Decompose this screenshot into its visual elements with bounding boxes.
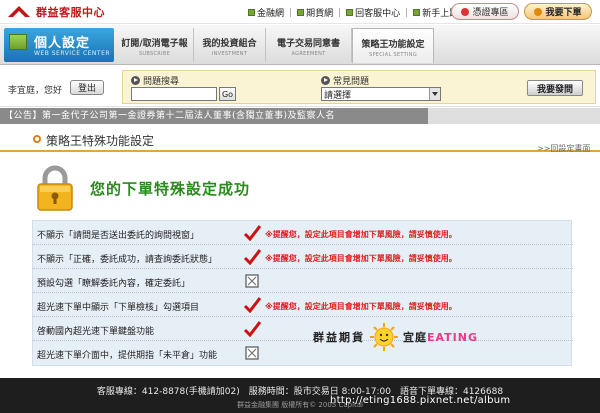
setting-row: 超光速下單介面中，提供期指「未平倉」功能 bbox=[33, 341, 573, 365]
sun-face-icon bbox=[370, 323, 398, 351]
tab-portfolio[interactable]: 我的投資組合 INVESTMENT bbox=[194, 28, 266, 62]
personal-subtitle: WEB SERVICE CENTER bbox=[34, 50, 111, 57]
top-bar: 群益客服中心 金融網 | 期貨網 | 回客服中心 | 新手上路 憑證專區 我要下… bbox=[0, 0, 600, 24]
brand-logo[interactable]: 群益客服中心 bbox=[6, 3, 105, 21]
risk-warning: ※提醒您，設定此項目會增加下單風險，請妥慎使用。 bbox=[265, 302, 457, 311]
search-panel: 問題搜尋 Go 常見問題 請選擇 我要發問 bbox=[122, 70, 596, 104]
chevron-down-icon bbox=[429, 88, 440, 100]
setting-label: 超光速下單中顯示「下單檢核」勾選項目 bbox=[37, 303, 200, 313]
announcement-ticker[interactable]: 【公告】第一金代子公司第一金證券第十二屆法人董事(含獨立董事)及監察人名 bbox=[0, 108, 428, 124]
settings-panel: 不顯示「請問是否送出委託的詢問視窗」 ※提醒您，設定此項目會增加下單風險，請妥慎… bbox=[32, 220, 573, 366]
link-bullet-icon bbox=[346, 9, 354, 16]
faq-select[interactable]: 請選擇 bbox=[321, 87, 441, 101]
lock-icon bbox=[37, 165, 73, 211]
stamp-right-text: 宜庭 bbox=[403, 331, 427, 344]
order-icon bbox=[534, 7, 543, 16]
setting-row: 啓動國內超光速下單鍵盤功能 bbox=[33, 317, 573, 341]
user-greeting: 李宜庭，您好 bbox=[8, 86, 63, 96]
certificate-zone-button[interactable]: 憑證專區 bbox=[451, 3, 519, 20]
top-link-futures[interactable]: 期貨網 bbox=[297, 6, 333, 19]
unchecked-box-icon bbox=[245, 274, 259, 288]
setting-row: 超光速下單中顯示「下單檢核」勾選項目 ※提醒您，設定此項目會增加下單風險，請妥慎… bbox=[33, 293, 573, 317]
monitor-icon bbox=[9, 34, 27, 50]
brand-name: 群益客服中心 bbox=[36, 6, 105, 19]
setting-label: 不顯示「請問是否送出委託的詢問視窗」 bbox=[37, 231, 200, 241]
setting-label: 啓動國內超光速下單鍵盤功能 bbox=[37, 327, 155, 337]
logout-button[interactable]: 登出 bbox=[70, 80, 104, 95]
brand-stamp: 群益期貨 宜庭 EATING bbox=[313, 322, 478, 352]
arrow-right-icon bbox=[321, 76, 330, 85]
certificate-icon bbox=[461, 7, 470, 16]
stamp-left-text: 群益期貨 bbox=[313, 331, 365, 344]
setting-label: 超光速下單介面中，提供期指「未平倉」功能 bbox=[37, 351, 218, 361]
top-link-service[interactable]: 回客服中心 bbox=[346, 6, 400, 19]
arrow-right-icon bbox=[131, 76, 140, 85]
unchecked-box-icon bbox=[245, 346, 259, 360]
top-link-finance[interactable]: 金融網 bbox=[248, 6, 284, 19]
setting-row: 不顯示「正確，委託成功，請查詢委託狀態」 ※提醒您，設定此項目會增加下單風險，請… bbox=[33, 245, 573, 269]
ask-question-button[interactable]: 我要發問 bbox=[527, 80, 583, 96]
page-title: 策略王特殊功能設定 bbox=[46, 134, 155, 148]
search-row: 李宜庭，您好 登出 問題搜尋 Go 常見問題 請選擇 我要發問 bbox=[0, 66, 600, 107]
check-mark-icon bbox=[243, 249, 261, 266]
risk-warning: ※提醒您，設定此項目會增加下單風險，請妥慎使用。 bbox=[265, 254, 457, 263]
capital-logo-icon bbox=[6, 4, 32, 20]
watermark-url: http://eting1688.pixnet.net/album bbox=[330, 395, 511, 406]
personal-title: 個人設定 bbox=[34, 36, 91, 51]
personal-settings-banner[interactable]: 個人設定 WEB SERVICE CENTER bbox=[4, 28, 114, 62]
link-bullet-icon bbox=[413, 9, 421, 16]
tab-newsletter[interactable]: 訂閱/取消電子報 SUBSCRIBE bbox=[116, 28, 194, 62]
back-to-settings-link[interactable]: >>回設定畫面 bbox=[537, 143, 590, 154]
setting-label: 預設勾選「瞭解委託內容，確定委託」 bbox=[37, 279, 191, 289]
faq-label: 常見問題 bbox=[321, 74, 369, 87]
link-bullet-icon bbox=[248, 9, 255, 16]
page-title-bar: 策略王特殊功能設定 >>回設定畫面 bbox=[0, 126, 600, 154]
question-search-input[interactable] bbox=[131, 87, 217, 101]
setting-label: 不顯示「正確，委託成功，請查詢委託狀態」 bbox=[37, 255, 218, 265]
setting-row: 不顯示「請問是否送出委託的詢問視窗」 ※提醒您，設定此項目會增加下單風險，請妥慎… bbox=[33, 221, 573, 245]
title-bullet-icon bbox=[33, 135, 41, 143]
link-bullet-icon bbox=[297, 9, 305, 16]
question-search-label: 問題搜尋 bbox=[131, 74, 179, 87]
top-links: 金融網 | 期貨網 | 回客服中心 | 新手上路 bbox=[248, 6, 463, 19]
check-mark-icon bbox=[243, 297, 261, 314]
announcement-filler bbox=[428, 108, 600, 124]
check-mark-icon bbox=[243, 321, 261, 338]
stamp-accent-text: EATING bbox=[427, 330, 479, 344]
tab-agreement[interactable]: 電子交易同意書 AGREEMENT bbox=[266, 28, 352, 62]
setting-row: 預設勾選「瞭解委託內容，確定委託」 bbox=[33, 269, 573, 293]
nav-tabs-row: 個人設定 WEB SERVICE CENTER 訂閱/取消電子報 SUBSCRIB… bbox=[0, 25, 600, 65]
tab-strategy-settings[interactable]: 策略王功能設定 SPECIAL SETTING bbox=[352, 28, 434, 63]
success-heading: 您的下單特殊設定成功 bbox=[90, 180, 251, 198]
check-mark-icon bbox=[243, 225, 261, 242]
risk-warning: ※提醒您，設定此項目會增加下單風險，請妥慎使用。 bbox=[265, 230, 457, 239]
place-order-button[interactable]: 我要下單 bbox=[524, 3, 592, 20]
go-button[interactable]: Go bbox=[219, 87, 236, 101]
